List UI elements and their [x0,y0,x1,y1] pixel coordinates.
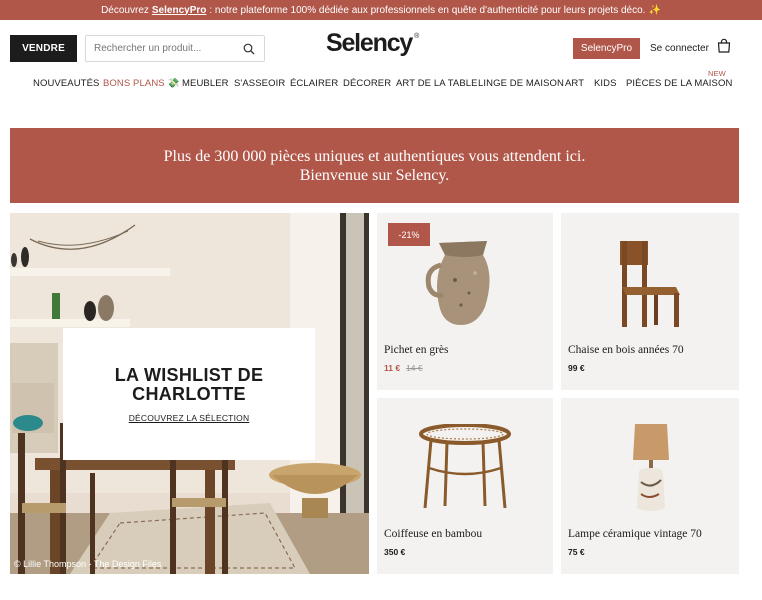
pitcher-image [425,241,490,325]
search-box [85,35,265,62]
product-card-lampe[interactable]: Lampe céramique vintage 70 75 € [561,398,739,574]
promo-brand-link[interactable]: SelencyPro [152,5,206,16]
nav-item-nouveautes[interactable]: NOUVEAUTÉS [33,78,99,89]
search-input[interactable] [94,43,242,54]
discover-selection-link[interactable]: DÉCOUVREZ LA SÉLECTION [129,413,250,423]
nav-item-bons-plans[interactable]: BONS PLANS 💸 [103,78,179,89]
main-nav: NOUVEAUTÉS BONS PLANS 💸 MEUBLER S'ASSEOI… [0,69,762,92]
nav-item-decorer[interactable]: DÉCORER [343,78,391,89]
nav-item-art-de-la-table[interactable]: ART DE LA TABLE [396,78,478,89]
product-price: 350 € [384,547,406,557]
shopping-bag-icon[interactable] [716,38,732,54]
wishlist-card[interactable]: LA WISHLIST DE CHARLOTTE DÉCOUVREZ LA SÉ… [63,328,315,460]
hero-wishlist[interactable]: LA WISHLIST DE CHARLOTTE DÉCOUVREZ LA SÉ… [10,213,369,574]
promo-message: : notre plateforme 100% dédiée aux profe… [209,4,646,16]
promo-bar[interactable]: Découvrez SelencyPro : notre plateforme … [0,0,762,20]
product-price: 75 € [568,547,585,557]
nav-item-linge-de-maison[interactable]: LINGE DE MAISON [478,78,564,89]
welcome-banner: Plus de 300 000 pièces uniques et authen… [10,128,739,203]
banner-line-2: Bienvenue sur Selency. [299,166,450,184]
product-name[interactable]: Coiffeuse en bambou [384,528,482,540]
nav-item-sasseoir[interactable]: S'ASSEOIR [234,78,285,89]
bamboo-table-image [419,424,511,509]
old-price: 14 € [406,363,423,373]
product-card-coiffeuse[interactable]: Coiffeuse en bambou 350 € [377,398,553,574]
login-link[interactable]: Se connecter [650,43,709,54]
selencypro-button[interactable]: SelencyPro [573,38,640,59]
product-price: 99 € [568,363,585,373]
ceramic-lamp-image [633,424,669,511]
product-card-chaise[interactable]: Chaise en bois années 70 99 € [561,213,739,390]
new-badge: NEW [708,69,726,78]
nav-item-kids[interactable]: KIDS [594,78,617,89]
sale-price: 11 € [384,363,401,373]
product-name[interactable]: Lampe céramique vintage 70 [568,528,702,540]
nav-item-art[interactable]: ART [565,78,584,89]
photo-credit: © Lillie Thompson - The Design Files [14,559,162,569]
discount-badge: -21% [388,223,430,246]
site-logo[interactable]: Selency ® [326,29,419,58]
registered-mark: ® [414,32,420,40]
search-icon[interactable] [242,42,256,56]
nav-item-pieces-de-la-maison[interactable]: PIÈCES DE LA MAISON [626,78,732,89]
product-name[interactable]: Chaise en bois années 70 [568,344,684,356]
wishlist-title-line-1: LA WISHLIST DE [114,364,264,385]
product-name[interactable]: Pichet en grès [384,344,449,356]
wishlist-title-line-2: CHARLOTTE [132,383,246,404]
sell-button[interactable]: VENDRE [10,35,77,62]
product-price: 11 € 14 € [384,363,423,373]
banner-line-1: Plus de 300 000 pièces uniques et authen… [163,147,586,165]
nav-item-meubler[interactable]: MEUBLER [182,78,229,89]
product-card-pichet[interactable]: -21% Pichet en grès 11 € 14 € [377,213,553,390]
sparkles-icon: ✨ [648,4,661,16]
nav-item-eclairer[interactable]: ÉCLAIRER [290,78,338,89]
chair-image [620,241,680,327]
promo-prefix: Découvrez [101,4,149,16]
